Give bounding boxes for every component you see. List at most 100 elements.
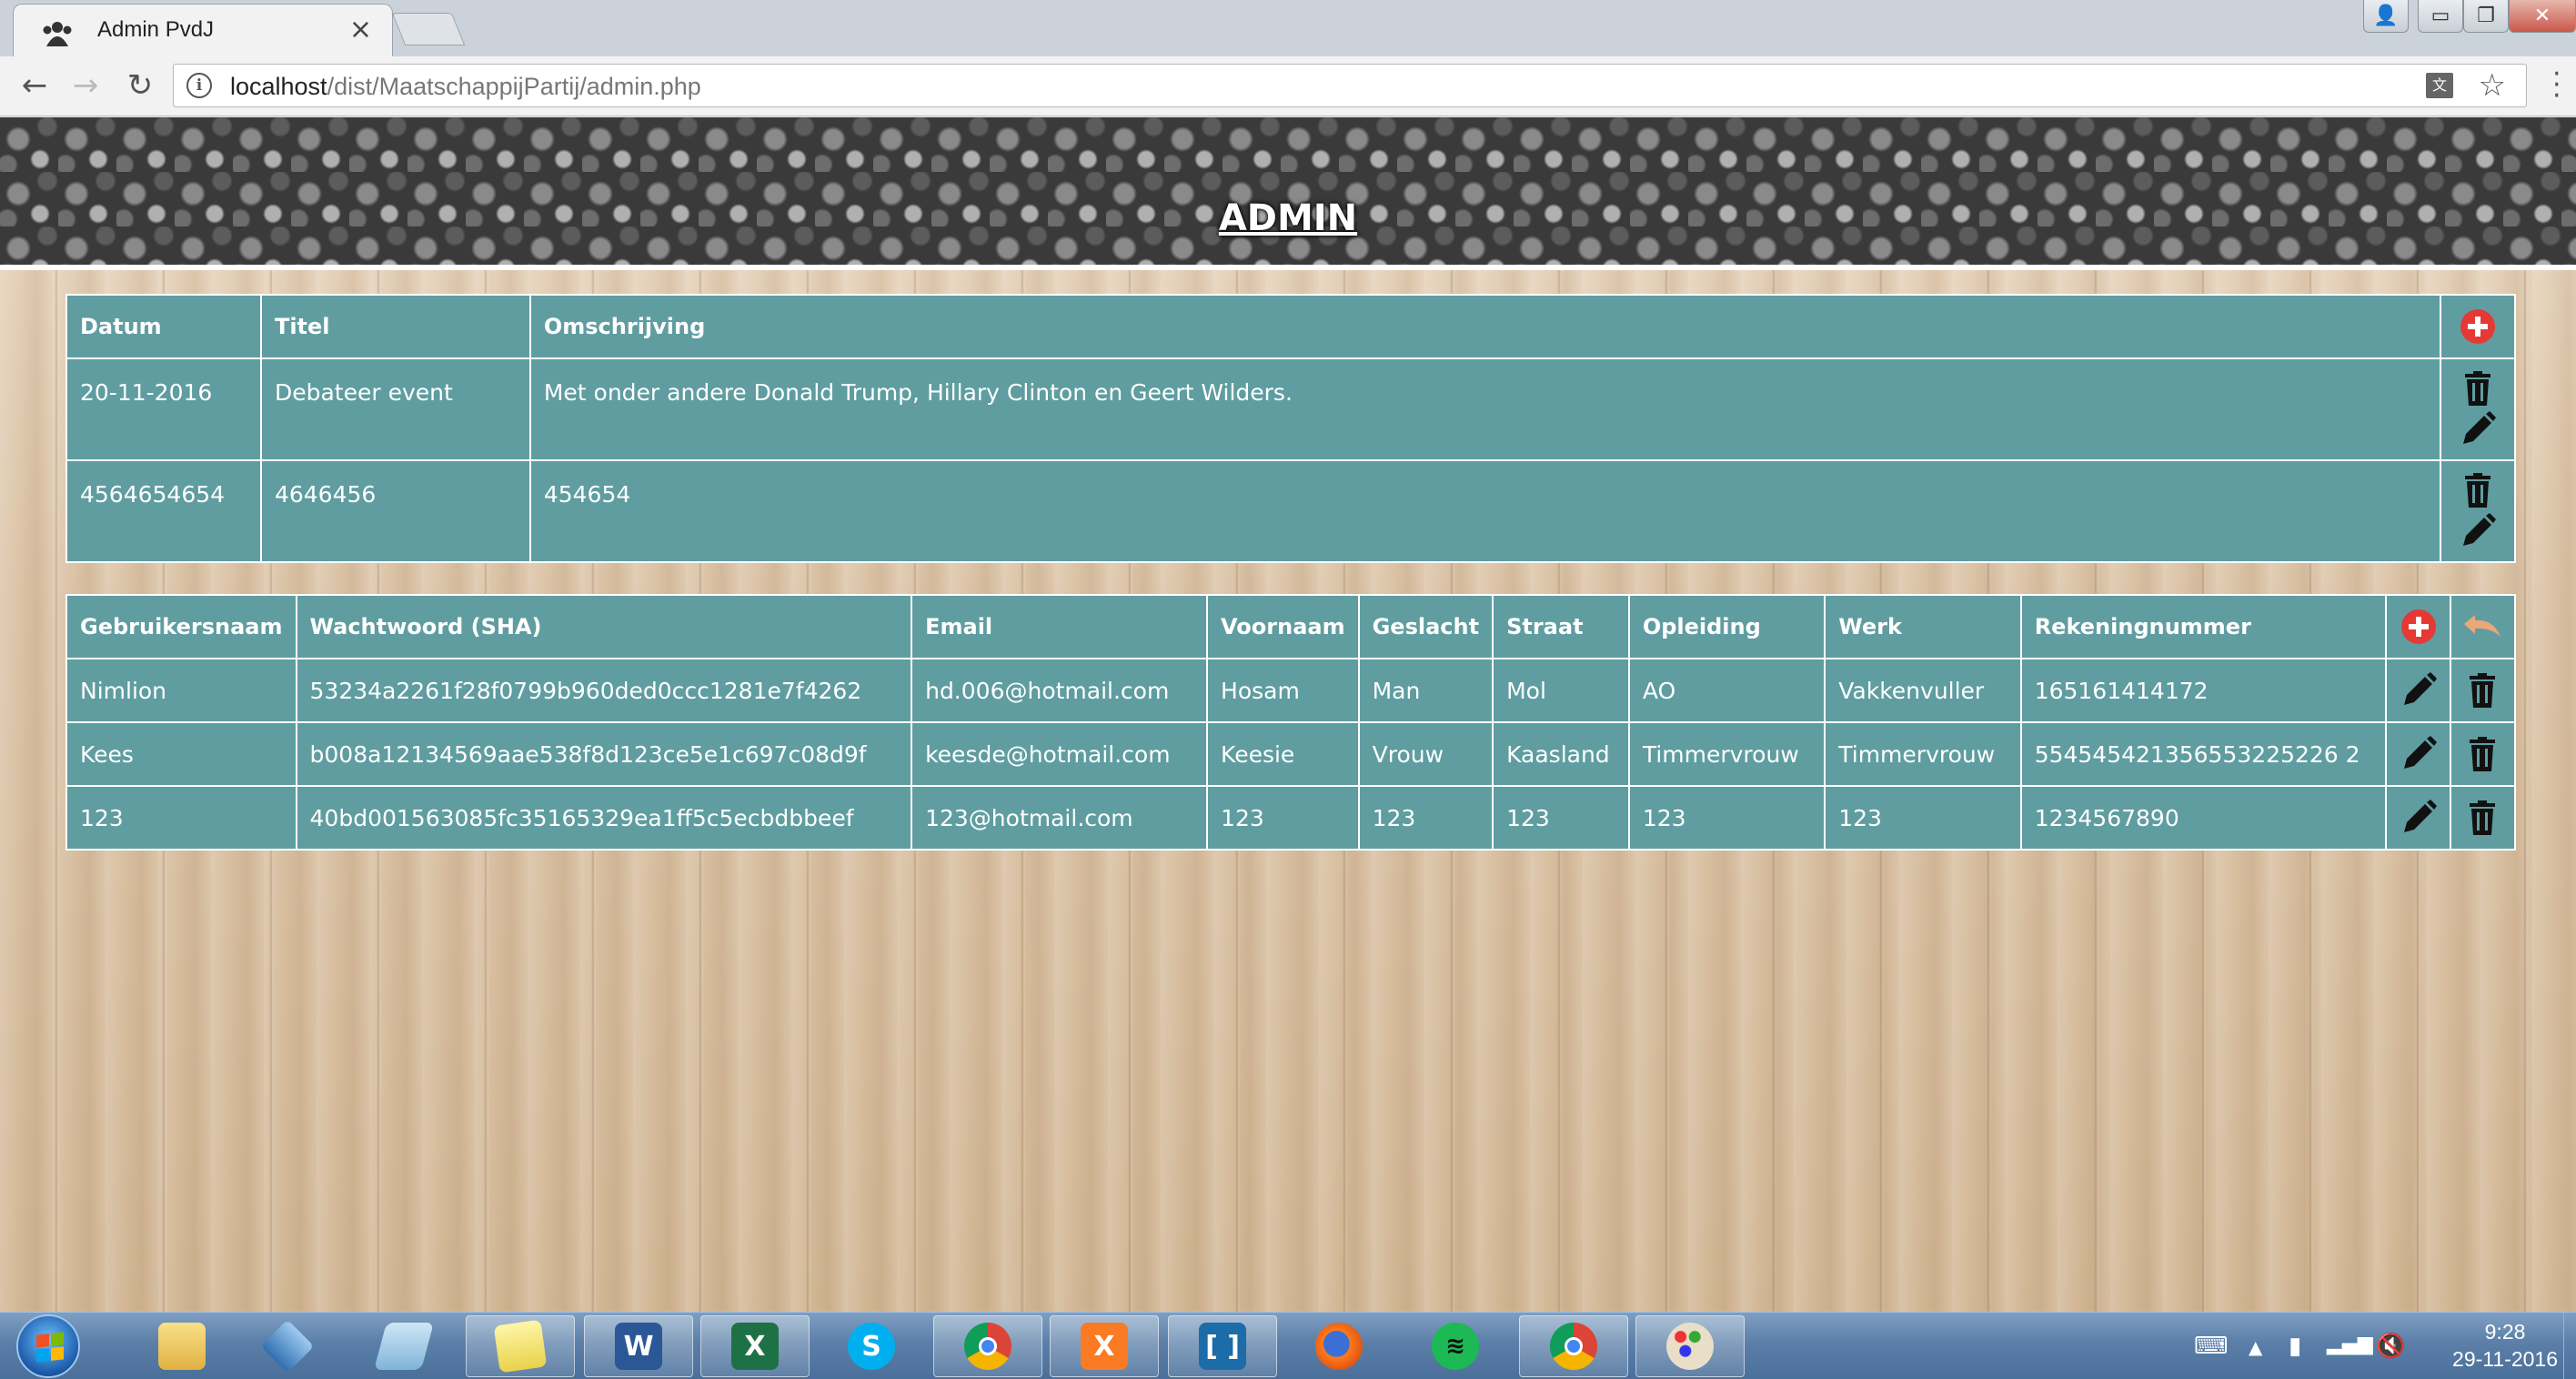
restore-button[interactable]: ❐: [2463, 0, 2509, 33]
system-clock[interactable]: 9:28 29-11-2016: [2452, 1318, 2558, 1373]
cell-wachtwoord: 40bd001563085fc35165329ea1ff5c5ecbdbbeef: [295, 785, 913, 851]
undo-button[interactable]: [2449, 594, 2517, 659]
cell-email: keesde@hotmail.com: [911, 721, 1209, 787]
system-tray: ⌨ ▲ ▮ ▂▄▆ 🔇 9:28 29-11-2016: [2194, 1313, 2576, 1379]
minimize-button[interactable]: ▭: [2418, 0, 2463, 33]
volume-muted-icon[interactable]: 🔇: [2376, 1333, 2405, 1360]
taskbar-notepad[interactable]: [349, 1315, 458, 1377]
pencil-icon[interactable]: [2400, 672, 2437, 709]
brackets-icon: [ ]: [1199, 1323, 1246, 1370]
cell-wachtwoord: b008a12134569aae538f8d123ce5e1c697c08d9f: [295, 721, 913, 787]
column-header: Wachtwoord (SHA): [295, 594, 913, 659]
plus-circle-icon[interactable]: [2460, 308, 2496, 345]
battery-icon[interactable]: ▮: [2289, 1333, 2301, 1360]
pencil-icon[interactable]: [2400, 800, 2437, 836]
browser-toolbar: ← → ↻ i localhost/dist/MaatschappijParti…: [0, 56, 2576, 116]
close-window-button[interactable]: ✕: [2509, 0, 2576, 33]
bookmark-star-icon[interactable]: ☆: [2479, 67, 2506, 104]
cell-geslacht: 123: [1357, 785, 1494, 851]
cell-omschrijving: Met onder andere Donald Trump, Hillary C…: [528, 357, 2442, 461]
cell-titel: 4646456: [259, 459, 531, 563]
column-header: Datum: [65, 294, 262, 359]
edit-user-button[interactable]: [2385, 785, 2451, 851]
cell-werk: Timmervrouw: [1824, 721, 2022, 787]
chrome-icon: [1550, 1323, 1597, 1370]
cell-voornaam: Keesie: [1206, 721, 1360, 787]
taskbar-sticky-notes[interactable]: [466, 1315, 575, 1377]
row-actions: [2440, 459, 2516, 563]
taskbar-skype[interactable]: S: [817, 1315, 926, 1377]
cell-straat: 123: [1492, 785, 1630, 851]
add-event-button[interactable]: [2440, 294, 2516, 359]
taskbar-excel[interactable]: X: [700, 1315, 810, 1377]
taskbar-spotify[interactable]: ≋: [1401, 1315, 1510, 1377]
add-user-button[interactable]: [2385, 594, 2451, 659]
windows-taskbar: W X S X [ ] ≋ ⌨ ▲ ▮ ▂▄▆ 🔇 9:28 29-11-201…: [0, 1312, 2576, 1379]
users-header-row: Gebruikersnaam Wachtwoord (SHA) Email Vo…: [65, 594, 2517, 659]
browser-tab-active[interactable]: Admin PvdJ ×: [13, 4, 393, 56]
taskbar-firefox[interactable]: [1284, 1315, 1394, 1377]
keyboard-icon[interactable]: ⌨: [2194, 1333, 2229, 1360]
column-header: Email: [911, 594, 1209, 659]
pencil-icon[interactable]: [2400, 736, 2437, 772]
users-table: Gebruikersnaam Wachtwoord (SHA) Email Vo…: [65, 594, 2517, 851]
new-tab-button[interactable]: [391, 13, 466, 45]
taskbar-chrome-2[interactable]: [1519, 1315, 1628, 1377]
taskbar-paint[interactable]: [1635, 1315, 1745, 1377]
taskbar-virtualbox[interactable]: [233, 1315, 342, 1377]
delete-user-button[interactable]: [2449, 785, 2517, 851]
taskbar-xampp[interactable]: X: [1050, 1315, 1159, 1377]
cell-email: hd.006@hotmail.com: [911, 658, 1209, 723]
taskbar-chrome[interactable]: [933, 1315, 1042, 1377]
show-hidden-icons-icon[interactable]: ▲: [2249, 1336, 2262, 1358]
clock-date: 29-11-2016: [2452, 1347, 2558, 1371]
tab-close-icon[interactable]: ×: [349, 14, 372, 45]
back-arrow-icon[interactable]: ←: [15, 65, 55, 106]
profile-button[interactable]: 👤: [2363, 0, 2409, 33]
forward-arrow-icon[interactable]: →: [65, 65, 106, 106]
cell-straat: Kaasland: [1492, 721, 1630, 787]
address-bar[interactable]: i localhost/dist/MaatschappijPartij/admi…: [173, 64, 2527, 107]
column-header: Werk: [1824, 594, 2022, 659]
taskbar-explorer[interactable]: [127, 1315, 236, 1377]
translate-icon[interactable]: 文: [2426, 73, 2453, 98]
column-header: Titel: [259, 294, 531, 359]
trash-icon[interactable]: [2468, 800, 2497, 835]
trash-icon[interactable]: [2463, 371, 2492, 406]
delete-user-button[interactable]: [2449, 658, 2517, 723]
undo-arrow-icon[interactable]: [2462, 613, 2502, 640]
xampp-icon: X: [1081, 1323, 1128, 1370]
taskbar-brackets[interactable]: [ ]: [1168, 1315, 1277, 1377]
cell-datum: 20-11-2016: [65, 357, 262, 461]
column-header: Rekeningnummer: [2019, 594, 2388, 659]
excel-icon: X: [731, 1323, 779, 1370]
cell-voornaam: 123: [1206, 785, 1360, 851]
header-banner: ADMIN: [0, 117, 2576, 270]
cell-gebruikersnaam: 123: [65, 785, 297, 851]
trash-icon[interactable]: [2468, 673, 2497, 708]
show-desktop-button[interactable]: [2563, 1313, 2576, 1379]
page-content: ADMIN Datum Titel Omschrijving 20-11-201…: [0, 117, 2576, 1312]
table-row: 4564654654 4646456 454654: [65, 459, 2516, 563]
cell-omschrijving: 454654: [528, 459, 2442, 563]
trash-icon[interactable]: [2463, 473, 2492, 508]
plus-circle-icon[interactable]: [2400, 609, 2437, 645]
edit-user-button[interactable]: [2385, 658, 2451, 723]
start-button[interactable]: [16, 1314, 80, 1378]
notepad-icon: [374, 1323, 434, 1370]
page-title: ADMIN: [1218, 197, 1358, 239]
chrome-icon: [964, 1323, 1011, 1370]
pencil-icon[interactable]: [2460, 513, 2497, 549]
reload-icon[interactable]: ↻: [120, 65, 160, 106]
cube-icon: [260, 1319, 315, 1374]
row-actions: [2440, 357, 2516, 461]
site-info-icon[interactable]: i: [186, 73, 212, 98]
network-signal-icon[interactable]: ▂▄▆: [2327, 1333, 2373, 1355]
cell-rekeningnummer: 554545421356553225226 2: [2019, 721, 2388, 787]
pencil-icon[interactable]: [2460, 411, 2497, 448]
trash-icon[interactable]: [2468, 737, 2497, 771]
delete-user-button[interactable]: [2449, 721, 2517, 787]
edit-user-button[interactable]: [2385, 721, 2451, 787]
taskbar-word[interactable]: W: [584, 1315, 693, 1377]
browser-menu-icon[interactable]: · · ·: [2552, 61, 2571, 110]
